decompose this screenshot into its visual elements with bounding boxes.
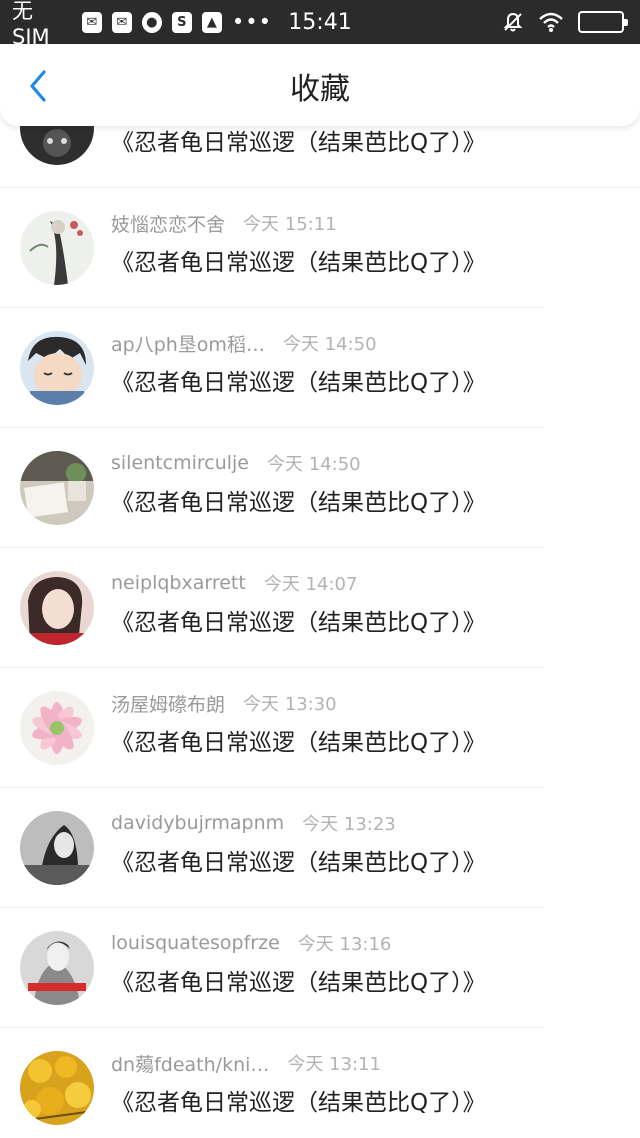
- list-item[interactable]: 妓惱恋恋不舍 今天 15:11 《忍者龟日常巡逻（结果芭比Q了）》: [0, 188, 640, 308]
- username[interactable]: dn薚fdeath/kni…: [111, 1050, 269, 1077]
- username[interactable]: silentcmirculje: [111, 452, 249, 474]
- status-bar-right: [502, 11, 628, 33]
- mail-icon: ✉: [81, 11, 102, 33]
- item-meta: silentcmirculje 今天 14:50: [111, 450, 361, 476]
- avatar[interactable]: [20, 451, 94, 525]
- message-text: 《忍者龟日常巡逻（结果芭比Q了）》: [111, 250, 486, 276]
- status-bar-left: 无SIM ✉ ✉ ● S ▲ •••: [12, 0, 272, 49]
- s-app-icon: S: [171, 11, 192, 33]
- item-meta: neiplqbxarrett 今天 14:07: [111, 570, 357, 596]
- item-meta: 汤屋姆礤布朗 今天 13:30: [111, 690, 337, 716]
- item-meta: 妓惱恋恋不舍 今天 15:11: [111, 210, 337, 236]
- status-bar: 无SIM ✉ ✉ ● S ▲ ••• 15:41: [0, 0, 640, 49]
- message-text: 《忍者龟日常巡逻（结果芭比Q了）》: [111, 970, 486, 996]
- avatar[interactable]: [20, 331, 94, 405]
- list-item[interactable]: dn薚fdeath/kni… 今天 13:11 《忍者龟日常巡逻（结果芭比Q了）…: [0, 1028, 640, 1138]
- timestamp: 今天 14:50: [267, 454, 361, 475]
- more-notifications-icon: •••: [231, 9, 273, 34]
- timestamp: 今天 14:50: [282, 334, 377, 355]
- avatar[interactable]: [20, 211, 94, 285]
- timestamp: 今天 14:07: [263, 574, 358, 595]
- timestamp: 今天 13:11: [287, 1054, 382, 1075]
- avatar[interactable]: [20, 1051, 94, 1125]
- item-meta: dn薚fdeath/kni… 今天 13:11: [111, 1050, 381, 1076]
- message-text: 《忍者龟日常巡逻（结果芭比Q了）》: [111, 1090, 486, 1116]
- username[interactable]: 妓惱恋恋不舍: [111, 210, 225, 237]
- message-text: 《忍者龟日常巡逻（结果芭比Q了）》: [111, 610, 486, 636]
- list-item[interactable]: davidybujrmapnm 今天 13:23 《忍者龟日常巡逻（结果芭比Q了…: [0, 788, 640, 908]
- carrier-label: 无SIM: [12, 0, 50, 49]
- message-text: 《忍者龟日常巡逻（结果芭比Q了）》: [111, 490, 486, 516]
- username[interactable]: neiplqbxarrett: [111, 572, 246, 594]
- username[interactable]: 汤屋姆礤布朗: [111, 690, 225, 717]
- battery-icon: [578, 11, 628, 33]
- timestamp: 今天 13:23: [302, 814, 396, 835]
- list-item[interactable]: neiplqbxarrett 今天 14:07 《忍者龟日常巡逻（结果芭比Q了）…: [0, 548, 640, 668]
- timestamp: 今天 13:30: [243, 694, 337, 715]
- timestamp: 今天 15:11: [243, 214, 337, 235]
- mail-icon: ✉: [111, 11, 132, 33]
- username[interactable]: louisquatesopfrze: [111, 932, 280, 954]
- palette-icon: ●: [141, 11, 162, 33]
- avatar[interactable]: [20, 571, 94, 645]
- item-meta: ap八ph垦om稻… 今天 14:50: [111, 330, 377, 356]
- nav-header: 收藏: [0, 44, 640, 126]
- item-meta: davidybujrmapnm 今天 13:23: [111, 810, 396, 836]
- message-text: 《忍者龟日常巡逻（结果芭比Q了）》: [111, 730, 486, 756]
- list-item[interactable]: louisquatesopfrze 今天 13:16 《忍者龟日常巡逻（结果芭比…: [0, 908, 640, 1028]
- item-meta: louisquatesopfrze 今天 13:16: [111, 930, 391, 956]
- username[interactable]: davidybujrmapnm: [111, 812, 284, 834]
- message-text: 《忍者龟日常巡逻（结果芭比Q了）》: [111, 370, 486, 396]
- avatar[interactable]: [20, 811, 94, 885]
- wifi-icon: [539, 12, 563, 32]
- username[interactable]: ap八ph垦om稻…: [111, 330, 265, 357]
- message-text: 《忍者龟日常巡逻（结果芭比Q了）》: [111, 130, 486, 156]
- list-item[interactable]: silentcmirculje 今天 14:50 《忍者龟日常巡逻（结果芭比Q了…: [0, 428, 640, 548]
- list-item[interactable]: 汤屋姆礤布朗 今天 13:30 《忍者龟日常巡逻（结果芭比Q了）》: [0, 668, 640, 788]
- avatar[interactable]: [20, 691, 94, 765]
- message-text: 《忍者龟日常巡逻（结果芭比Q了）》: [111, 850, 486, 876]
- page-title: 收藏: [290, 72, 350, 107]
- timestamp: 今天 13:16: [297, 934, 392, 955]
- mute-icon: [503, 12, 523, 32]
- avatar[interactable]: [20, 931, 94, 1005]
- image-icon: ▲: [201, 11, 222, 33]
- list-item[interactable]: ap八ph垦om稻… 今天 14:50 《忍者龟日常巡逻（结果芭比Q了）》: [0, 308, 640, 428]
